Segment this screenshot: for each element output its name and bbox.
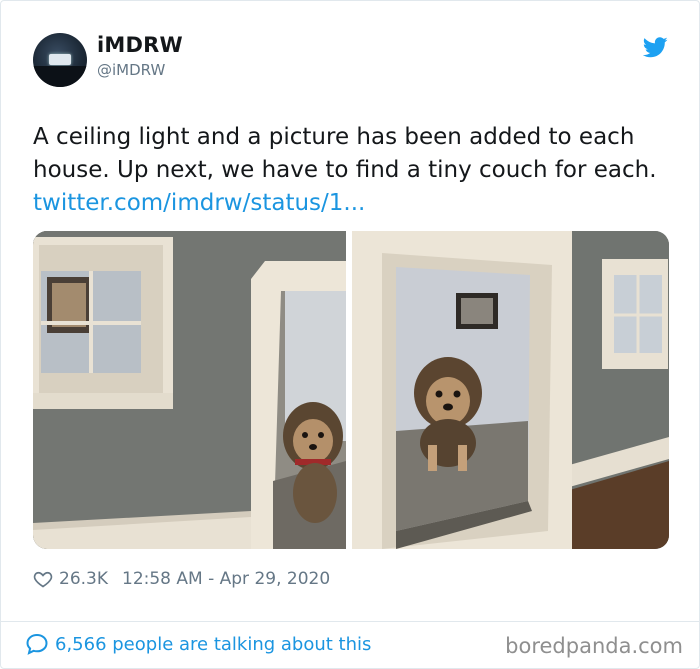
avatar[interactable] (33, 33, 87, 87)
photo-right[interactable] (352, 231, 669, 549)
conversation-link[interactable]: 6,566 people are talking about this (25, 632, 371, 656)
heart-icon[interactable] (33, 569, 53, 589)
photo-left[interactable] (33, 231, 346, 549)
tweet-meta: 26.3K 12:58 AM - Apr 29, 2020 (33, 569, 330, 589)
twitter-bird-icon[interactable] (643, 37, 668, 58)
boredpanda-watermark: boredpanda.com (505, 634, 683, 658)
conversation-text[interactable]: 6,566 people are talking about this (55, 634, 371, 655)
author-display-name[interactable]: iMDRW (97, 33, 183, 57)
divider (1, 621, 699, 622)
photo-right-image (352, 231, 669, 549)
photo-grid (33, 231, 669, 549)
tweet-text: A ceiling light and a picture has been a… (33, 121, 673, 220)
tweet-timestamp[interactable]: 12:58 AM - Apr 29, 2020 (122, 569, 330, 589)
tweet-card: iMDRW @iMDRW A ceiling light and a pictu… (0, 0, 700, 669)
author-handle[interactable]: @iMDRW (97, 61, 165, 79)
speech-bubble-icon (26, 633, 48, 655)
avatar-car (33, 66, 87, 87)
tweet-body: A ceiling light and a picture has been a… (33, 124, 657, 183)
photo-left-image (33, 231, 346, 549)
avatar-license-plate (49, 54, 71, 65)
tweet-link[interactable]: twitter.com/imdrw/status/1... (33, 190, 365, 216)
like-count[interactable]: 26.3K (59, 569, 108, 589)
